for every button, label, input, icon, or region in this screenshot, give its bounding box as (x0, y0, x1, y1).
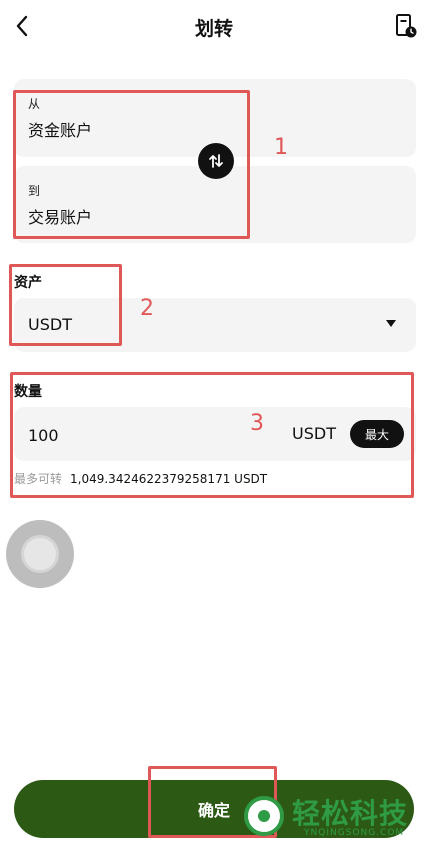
caret-down-icon (386, 320, 396, 327)
annotation-box-2 (9, 264, 122, 346)
history-button[interactable] (392, 12, 420, 40)
annotation-box-1 (13, 90, 250, 239)
annotation-number-2: 2 (140, 296, 154, 321)
watermark: 轻松科技 YNQINGSONG.COM (244, 792, 428, 842)
watermark-title: 轻松科技 (292, 797, 409, 830)
page-title: 划转 (194, 18, 233, 40)
document-clock-icon (396, 14, 417, 38)
annotation-number-3: 3 (250, 411, 264, 436)
header: 划转 (0, 0, 428, 54)
watermark-subtitle: YNQINGSONG.COM (304, 828, 405, 838)
watermark-logo-icon (244, 796, 284, 836)
annotation-number-1: 1 (274, 135, 288, 160)
floating-assistive-button[interactable] (6, 520, 74, 588)
annotation-box-3 (10, 372, 414, 498)
floating-button-core (21, 535, 59, 573)
